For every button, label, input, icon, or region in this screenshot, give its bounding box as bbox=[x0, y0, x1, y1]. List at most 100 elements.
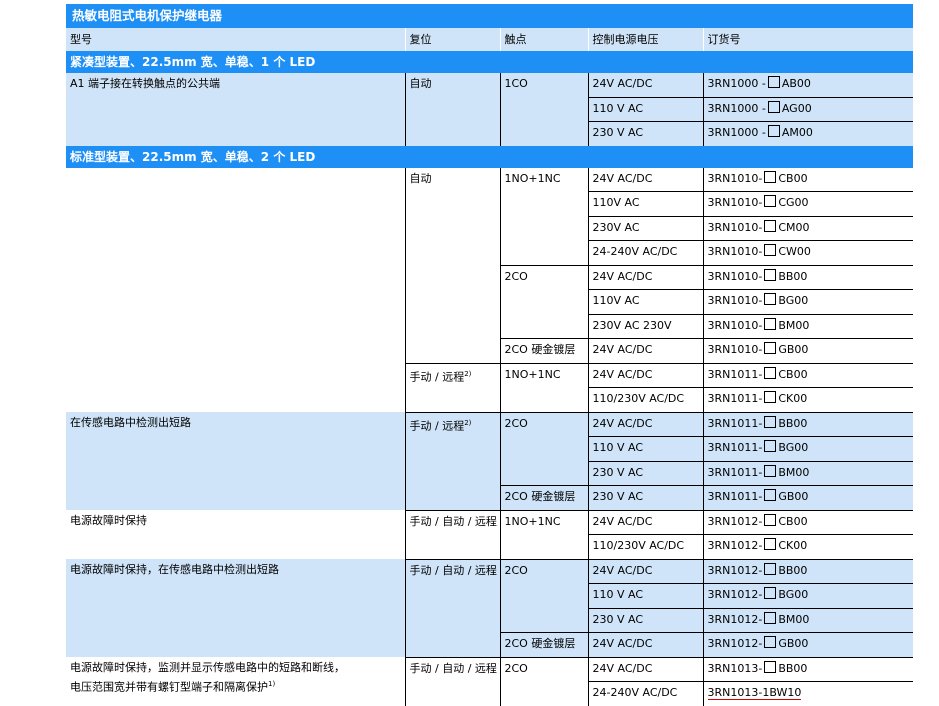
order-cell: 3RN1011- BG00 bbox=[702, 436, 913, 461]
voltage-cell: 230 V AC bbox=[587, 607, 703, 633]
order-cell: 3RN1011- BB00 bbox=[702, 411, 913, 437]
contact-cell: 2CO bbox=[499, 656, 588, 706]
contact-cell: 2CO bbox=[499, 411, 588, 486]
reset-cell: 手动 / 远程2) bbox=[404, 362, 500, 412]
table-row: 自动 1NO+1NC 24V AC/DC 3RN1010- CB00 bbox=[66, 167, 913, 412]
header-reset: 复位 bbox=[404, 28, 500, 51]
section-header-row: 紧凑型装置、22.5mm 宽、单稳、1 个 LED bbox=[66, 51, 913, 73]
voltage-cell: 230V AC bbox=[587, 215, 703, 241]
voltage-cell: 24-240V AC/DC bbox=[587, 240, 703, 265]
type-cell: 电源故障时保持，在传感电路中检测出短路 bbox=[66, 559, 405, 657]
table-title: 热敏电阻式电机保护继电器 bbox=[66, 4, 913, 28]
contact-cell: 1NO+1NC bbox=[499, 362, 588, 412]
voltage-cell: 24V AC/DC bbox=[587, 632, 703, 657]
relay-catalog-table: 热敏电阻式电机保护继电器 型号 复位 触点 控制电源电压 订货号 紧凑型装置、2… bbox=[66, 4, 913, 706]
voltage-cell: 230V AC 230V bbox=[587, 313, 703, 339]
order-cell: 3RN1000 - AM00 bbox=[702, 121, 913, 146]
order-option-box bbox=[764, 611, 777, 624]
order-option-box bbox=[764, 513, 777, 526]
order-cell: 3RN1012- GB00 bbox=[702, 632, 913, 657]
order-cell: 3RN1010- CW00 bbox=[702, 240, 913, 265]
reset-cell: 手动 / 自动 / 远程 bbox=[404, 656, 500, 706]
order-cell: 3RN1000 - AG00 bbox=[702, 96, 913, 122]
table-row: A1 端子接在转换触点的公共端 自动 1CO 24V AC/DC 3RN1000… bbox=[66, 73, 913, 146]
order-cell: 3RN1010- BM00 bbox=[702, 313, 913, 339]
order-cell: 3RN1010- BB00 bbox=[702, 264, 913, 290]
section-title: 紧凑型装置、22.5mm 宽、单稳、1 个 LED bbox=[66, 51, 913, 73]
order-cell: 3RN1012- CB00 bbox=[702, 509, 913, 535]
reset-cell: 手动 / 自动 / 远程 bbox=[404, 558, 500, 657]
voltage-cell: 230 V AC bbox=[587, 485, 703, 510]
contact-cell: 1NO+1NC bbox=[499, 167, 588, 265]
voltage-cell: 110V AC bbox=[587, 289, 703, 314]
order-cell: 3RN1010- CB00 bbox=[702, 167, 913, 192]
type-cell: A1 端子接在转换触点的公共端 bbox=[66, 73, 405, 146]
order-cell: 3RN1012- BB00 bbox=[702, 558, 913, 584]
order-option-box bbox=[767, 76, 780, 88]
voltage-cell: 24V AC/DC bbox=[587, 338, 703, 363]
order-option-box bbox=[764, 538, 777, 550]
voltage-cell: 24V AC/DC bbox=[587, 167, 703, 192]
order-option-box bbox=[764, 489, 777, 501]
contact-cell: 2CO 硬金镀层 bbox=[499, 338, 588, 363]
order-cell: 3RN1013- BB00 bbox=[702, 656, 913, 682]
type-cell: 电源故障时保持，监测并显示传感电路中的短路和断线， 电压范围宽并带有螺钉型端子和隔… bbox=[66, 657, 405, 706]
voltage-cell: 110 V AC bbox=[587, 436, 703, 461]
order-cell: 3RN1010- GB00 bbox=[702, 338, 913, 363]
order-option-box bbox=[764, 342, 777, 354]
order-option-box bbox=[764, 562, 777, 575]
table-row: 电源故障时保持，监测并显示传感电路中的短路和断线， 电压范围宽并带有螺钉型端子和隔… bbox=[66, 656, 913, 706]
contact-cell: 2CO 硬金镀层 bbox=[499, 485, 588, 510]
order-option-box bbox=[764, 464, 777, 477]
order-option-box bbox=[767, 100, 780, 113]
order-cell: 3RN1012- CK00 bbox=[702, 534, 913, 559]
type-cell: 电源故障时保持 bbox=[66, 510, 405, 559]
contact-cell: 1NO+1NC bbox=[499, 509, 588, 559]
table-row: 电源故障时保持 手动 / 自动 / 远程 1NO+1NC 24V AC/DC 3… bbox=[66, 509, 913, 559]
order-option-box bbox=[764, 170, 777, 183]
order-option-box bbox=[764, 317, 777, 330]
header-type: 型号 bbox=[66, 28, 405, 51]
order-cell: 3RN1011- GB00 bbox=[702, 485, 913, 510]
voltage-cell: 24-240V AC/DC bbox=[587, 681, 703, 706]
order-cell: 3RN1010- CM00 bbox=[702, 215, 913, 241]
type-cell: 在传感电路中检测出短路 bbox=[66, 412, 405, 510]
voltage-cell: 24V AC/DC bbox=[587, 558, 703, 584]
order-cell: 3RN1011- BM00 bbox=[702, 460, 913, 486]
contact-cell: 2CO bbox=[499, 264, 588, 339]
contact-cell: 2CO 硬金镀层 bbox=[499, 632, 588, 657]
reset-cell: 自动 bbox=[404, 167, 500, 363]
contact-cell: 2CO bbox=[499, 558, 588, 633]
voltage-cell: 230 V AC bbox=[587, 121, 703, 146]
voltage-cell: 24V AC/DC bbox=[587, 411, 703, 437]
order-option-box bbox=[764, 219, 777, 232]
order-cell: 3RN1012- BG00 bbox=[702, 583, 913, 608]
order-cell: 3RN1000 - AB00 bbox=[702, 73, 913, 97]
reset-cell: 手动 / 自动 / 远程 bbox=[404, 509, 500, 559]
order-option-box bbox=[764, 440, 777, 452]
order-option-box bbox=[764, 195, 777, 207]
table-row: 在传感电路中检测出短路 手动 / 远程2) 2CO 24V AC/DC 3RN1… bbox=[66, 411, 913, 510]
voltage-cell: 24V AC/DC bbox=[587, 73, 703, 97]
order-option-box bbox=[764, 587, 777, 599]
reset-cell: 手动 / 远程2) bbox=[404, 411, 500, 510]
order-cell: 3RN1011- CB00 bbox=[702, 362, 913, 388]
voltage-cell: 24V AC/DC bbox=[587, 264, 703, 290]
order-cell: 3RN1013-1BW10 bbox=[702, 681, 913, 706]
type-cell bbox=[66, 167, 405, 412]
order-option-box bbox=[764, 268, 777, 281]
order-option-box bbox=[764, 244, 777, 256]
voltage-cell: 24V AC/DC bbox=[587, 362, 703, 388]
header-voltage: 控制电源电压 bbox=[587, 28, 703, 51]
order-cell: 3RN1010- BG00 bbox=[702, 289, 913, 314]
catalog-grid: 型号 复位 触点 控制电源电压 订货号 紧凑型装置、22.5mm 宽、单稳、1 … bbox=[66, 28, 913, 706]
order-cell: 3RN1012- BM00 bbox=[702, 607, 913, 633]
table-row: 电源故障时保持，在传感电路中检测出短路 手动 / 自动 / 远程 2CO 24V… bbox=[66, 558, 913, 657]
reset-cell: 自动 bbox=[404, 73, 500, 146]
header-contact: 触点 bbox=[499, 28, 588, 51]
voltage-cell: 110/230V AC/DC bbox=[587, 387, 703, 412]
section-header-row: 标准型装置、22.5mm 宽、单稳、2 个 LED bbox=[66, 145, 913, 168]
order-option-box bbox=[767, 125, 780, 137]
voltage-cell: 110V AC bbox=[587, 191, 703, 216]
voltage-cell: 110/230V AC/DC bbox=[587, 534, 703, 559]
